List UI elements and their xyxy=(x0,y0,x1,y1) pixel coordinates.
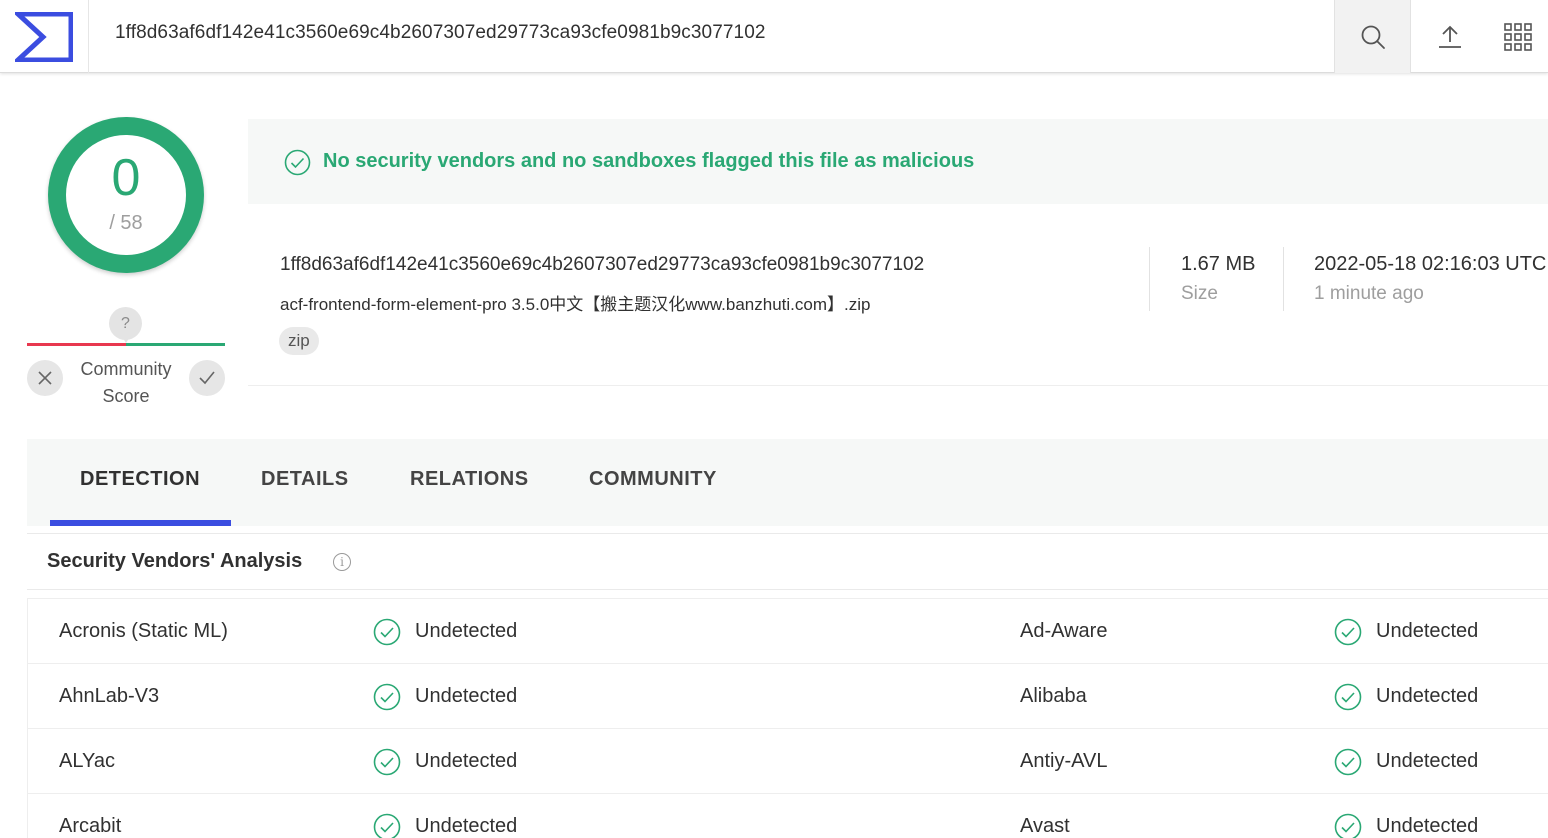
vendor-result: Undetected xyxy=(415,750,518,772)
detection-count: 0 xyxy=(111,149,141,207)
search-icon xyxy=(1361,25,1385,49)
tab-bar xyxy=(27,439,1548,526)
file-tag[interactable]: zip xyxy=(279,327,319,355)
community-bar-positive xyxy=(126,343,225,346)
check-circle-icon xyxy=(373,813,401,838)
table-row: Acronis (Static ML) Undetected Ad-Aware … xyxy=(28,599,1548,664)
checkmark-icon xyxy=(199,371,215,385)
community-bar-negative xyxy=(27,343,126,346)
check-circle-icon xyxy=(373,683,401,711)
tab-community[interactable]: COMMUNITY xyxy=(589,468,717,491)
file-size-value: 1.67 MB xyxy=(1181,253,1256,275)
vendor-name: Avast xyxy=(1020,815,1070,837)
upload-icon xyxy=(1438,25,1461,48)
analysis-date-relative: 1 minute ago xyxy=(1314,283,1424,304)
vendor-result: Undetected xyxy=(1376,620,1479,642)
file-hash[interactable]: 1ff8d63af6df142e41c3560e69c4b2607307ed29… xyxy=(280,254,924,276)
vendor-name: ALYac xyxy=(59,750,115,772)
community-score-label: Community Score xyxy=(80,359,172,406)
upload-button[interactable] xyxy=(1411,0,1488,73)
check-circle-icon xyxy=(1334,748,1362,776)
verdict-text: No security vendors and no sandboxes fla… xyxy=(323,150,975,172)
tab-details[interactable]: DETAILS xyxy=(261,468,349,491)
vendors-table: Acronis (Static ML) Undetected Ad-Aware … xyxy=(27,598,1548,838)
search-button[interactable] xyxy=(1334,0,1411,73)
search-input[interactable]: 1ff8d63af6df142e41c3560e69c4b2607307ed29… xyxy=(115,22,766,44)
apps-button[interactable] xyxy=(1488,0,1548,73)
vendor-name: Acronis (Static ML) xyxy=(59,620,228,642)
close-icon xyxy=(38,371,52,385)
vote-malicious-button[interactable] xyxy=(27,360,63,396)
divider xyxy=(1149,247,1150,311)
active-tab-indicator xyxy=(50,520,231,526)
vendor-name: AhnLab-V3 xyxy=(59,685,160,707)
vendor-result: Undetected xyxy=(1376,815,1479,837)
vendor-name: Alibaba xyxy=(1020,685,1087,707)
vendor-result: Undetected xyxy=(1376,750,1479,772)
info-icon[interactable]: i xyxy=(333,553,351,571)
vendor-result: Undetected xyxy=(415,685,518,707)
vendor-result: Undetected xyxy=(415,815,518,837)
check-circle-icon xyxy=(1334,813,1362,838)
community-score-indicator: ? xyxy=(109,307,142,343)
vendor-name: Arcabit xyxy=(59,815,122,837)
table-row: Arcabit Undetected Avast Undetected xyxy=(28,794,1548,838)
apps-grid-icon xyxy=(1504,22,1532,51)
divider xyxy=(1283,247,1284,311)
check-circle-icon xyxy=(1334,683,1362,711)
virustotal-sigma-logo-icon xyxy=(15,11,73,62)
vendor-result: Undetected xyxy=(415,620,518,642)
top-bar: 1ff8d63af6df142e41c3560e69c4b2607307ed29… xyxy=(0,0,1548,73)
tab-detection[interactable]: DETECTION xyxy=(80,468,200,491)
section-title: Security Vendors' Analysis xyxy=(47,550,303,572)
vendor-result: Undetected xyxy=(1376,685,1479,707)
file-name: acf-frontend-form-element-pro 3.5.0中文【搬主… xyxy=(280,295,871,314)
detection-total: / 58 xyxy=(109,212,143,234)
vote-harmless-button[interactable] xyxy=(189,360,225,396)
table-row: ALYac Undetected Antiy-AVL Undetected xyxy=(28,729,1548,794)
check-circle-icon xyxy=(373,618,401,646)
table-row: AhnLab-V3 Undetected Alibaba Undetected xyxy=(28,664,1548,729)
file-size-label: Size xyxy=(1181,283,1218,304)
logo[interactable] xyxy=(0,0,89,73)
check-circle-icon xyxy=(373,748,401,776)
analysis-date-value: 2022-05-18 02:16:03 UTC xyxy=(1314,253,1547,275)
check-circle-icon xyxy=(1334,618,1362,646)
vendor-name: Ad-Aware xyxy=(1020,620,1108,642)
check-circle-icon xyxy=(284,149,311,176)
vendor-name: Antiy-AVL xyxy=(1020,750,1108,772)
tab-relations[interactable]: RELATIONS xyxy=(410,468,529,491)
